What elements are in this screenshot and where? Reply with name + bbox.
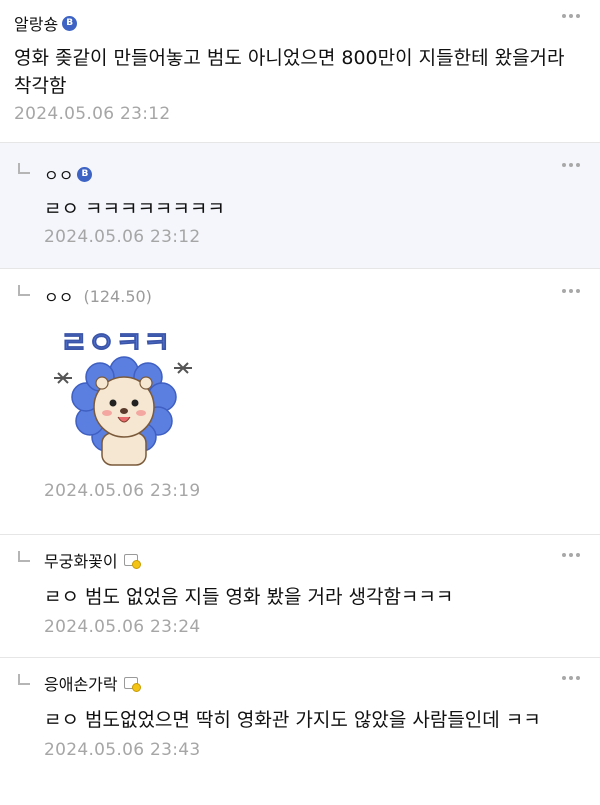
comment-author-line: 알랑숑 B [14, 10, 586, 36]
comment-item: 알랑숑 B 영화 좆같이 만들어놓고 범도 아니었으면 800만이 지들한테 왔… [0, 0, 600, 143]
comment-author[interactable]: ㅇㅇ [44, 284, 73, 308]
reply-arrow-icon [18, 285, 30, 296]
comment-text: ㄹㅇ 범도없었으면 딱히 영화관 가지도 않았을 사람들인데 ㅋㅋ [44, 709, 541, 731]
comment-text: ㄹㅇ 범도 없었음 지들 영화 봤을 거라 생각함ㅋㅋㅋ [44, 586, 454, 608]
reply-arrow-icon [18, 163, 30, 174]
comment-author[interactable]: 응애손가락 [44, 671, 118, 695]
comment-date: 2024.05.06 23:43 [44, 740, 201, 760]
image-badge-icon [123, 677, 141, 692]
reply-item: ㅇㅇ B ㄹㅇ ㅋㅋㅋㅋㅋㅋㅋㅋ 2024.05.06 23:12 [0, 143, 600, 269]
comment-author-line: 응애손가락 [44, 670, 586, 696]
lion-sticker-image: ㄹㅇㅋㅋ [44, 313, 204, 473]
comment-author[interactable]: 알랑숑 [14, 11, 58, 35]
comment-text: ㄹㅇ ㅋㅋㅋㅋㅋㅋㅋㅋ [44, 198, 225, 220]
gallery-badge-icon: B [77, 166, 93, 182]
more-options-icon[interactable] [562, 553, 580, 557]
comment-author[interactable]: ㅇㅇ [44, 162, 73, 186]
reply-item: 무궁화꽃이 ㄹㅇ 범도 없었음 지들 영화 봤을 거라 생각함ㅋㅋㅋ 2024.… [0, 535, 600, 658]
comment-author[interactable]: 무궁화꽃이 [44, 548, 118, 572]
comment-date: 2024.05.06 23:19 [44, 481, 201, 501]
reply-arrow-icon [18, 674, 30, 685]
more-options-icon[interactable] [562, 163, 580, 167]
more-options-icon[interactable] [562, 676, 580, 680]
reply-item: 응애손가락 ㄹㅇ 범도없었으면 딱히 영화관 가지도 않았을 사람들인데 ㅋㅋ … [0, 658, 600, 804]
reply-arrow-icon [18, 551, 30, 562]
comment-date: 2024.05.06 23:12 [44, 227, 201, 247]
comment-text: 영화 좆같이 만들어놓고 범도 아니었으면 800만이 지들한테 왔을거라 착각… [14, 47, 565, 97]
comment-author-line: ㅇㅇ B [44, 161, 586, 187]
comment-author-line: 무궁화꽃이 [44, 547, 586, 573]
image-badge-icon [123, 554, 141, 569]
comment-list: 알랑숑 B 영화 좆같이 만들어놓고 범도 아니었으면 800만이 지들한테 왔… [0, 0, 600, 805]
sticker-caption: ㄹㅇㅋㅋ [60, 327, 170, 360]
more-options-icon[interactable] [562, 14, 580, 18]
reply-item: ㅇㅇ (124.50) ㄹㅇㅋㅋ 2024.05.06 23:19 [0, 269, 600, 535]
comment-ip: (124.50) [83, 286, 152, 306]
comment-author-line: ㅇㅇ (124.50) [44, 283, 586, 309]
comment-date: 2024.05.06 23:24 [44, 617, 201, 637]
more-options-icon[interactable] [562, 289, 580, 293]
lion-sticker-graphic: ㄹㅇㅋㅋ [54, 327, 192, 466]
gallery-badge-icon: B [62, 15, 78, 31]
comment-date: 2024.05.06 23:12 [14, 104, 171, 124]
